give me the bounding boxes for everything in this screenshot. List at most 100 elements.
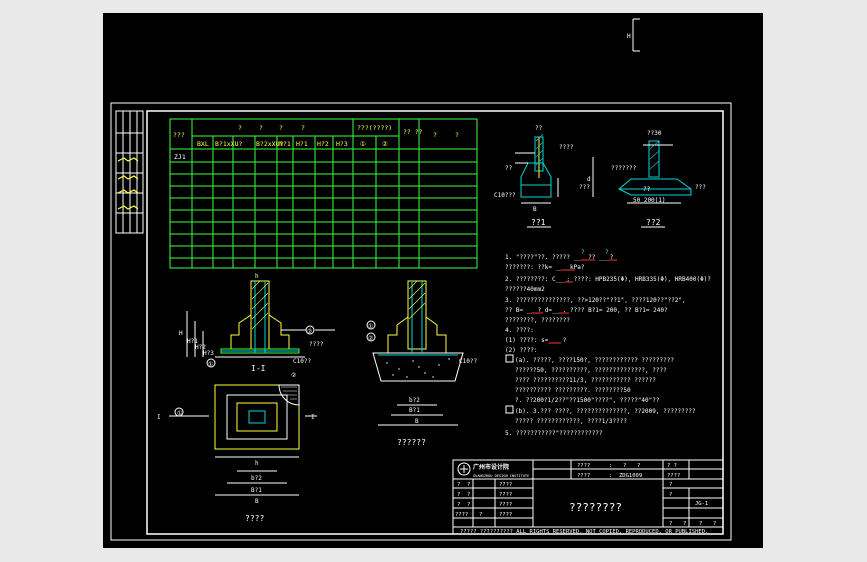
copyright-notice: ????? ?????????? ALL RIGHTS RESERVED. NO…	[460, 529, 708, 535]
section-label: H	[179, 330, 183, 337]
title-cell: ????	[577, 473, 590, 479]
detail-label: ??	[535, 125, 543, 132]
detail-label: ??	[505, 165, 513, 172]
table-header-cell: ?? ??	[403, 128, 423, 136]
table-header-cell: B?1xXU?	[215, 140, 242, 148]
title-cell: ?	[467, 492, 470, 498]
cad-drawing-viewport[interactable]: H ??? ? ? ? ? ???(????) ?? ?? ? ? BXL B?…	[103, 13, 763, 548]
table-header-cell: ???(????)	[357, 124, 392, 132]
table-header-cell: ?	[301, 124, 305, 132]
detail-1-caption: ??1	[531, 218, 546, 227]
detail-2-caption: ??2	[646, 218, 661, 227]
plan-label: B	[255, 498, 259, 505]
title-cell: ?	[669, 492, 672, 498]
title-cell: ?	[669, 482, 672, 488]
title-cell: JG-1	[695, 501, 708, 507]
title-cell: :	[609, 473, 612, 479]
section-label: b?2	[409, 397, 420, 404]
detail-label: ??	[643, 186, 651, 193]
institute-name-en: GUANGZHOU DESIGN INSTITUTE	[473, 474, 529, 478]
section-label: ②	[307, 328, 312, 335]
table-header-cell: H?1	[296, 140, 308, 148]
title-cell: ????	[455, 512, 468, 518]
section-2-labels: ① ② C10?? b?2 B?1 B	[368, 323, 477, 425]
note-line: ????????, ????????	[505, 317, 570, 324]
detail-label: ????	[559, 144, 574, 151]
note-line: ???? ??????????11/3, ??????????? ??????	[515, 377, 656, 384]
title-cell: ????	[499, 502, 512, 508]
title-cell: ?	[669, 521, 672, 527]
title-cell: ?	[683, 521, 686, 527]
section-label: ②	[368, 335, 373, 342]
plan-label: h	[255, 460, 259, 467]
table-header-cell: h?1	[279, 140, 291, 148]
section-1-caption: I-I	[251, 364, 266, 373]
svg-text:?: ?	[605, 249, 609, 256]
scale-mark	[632, 18, 640, 52]
note-line: ??????50, ??????????, ??????????????, ??…	[515, 367, 667, 374]
plan-label: I	[157, 414, 161, 421]
title-cell: ?	[713, 521, 716, 527]
title-cell: ????	[577, 463, 590, 469]
note-line: 4. ????:	[505, 327, 534, 334]
scale-mark-label: H	[627, 33, 631, 40]
section-label: B	[415, 418, 419, 425]
detail-1-drawing[interactable]	[515, 136, 594, 204]
section-label: ????	[309, 341, 324, 348]
detail-label: d	[587, 176, 591, 183]
note-checkboxes[interactable]	[505, 354, 514, 414]
title-cell: ????	[499, 512, 512, 518]
title-block-cells: ???? : ? ? ? ? ???? : ZDG1009 ???? ? ? ?…	[455, 463, 716, 527]
section-2-hatch	[408, 280, 426, 320]
table-header-cell: ?	[279, 124, 283, 132]
notes-block: 1. "????"??. ????? ____?? ___? ???????: …	[505, 254, 711, 437]
section-label: B?1	[409, 407, 420, 414]
note-line: ?????????? ?????????. ????????50	[515, 387, 631, 394]
title-cell: ZDG1009	[619, 473, 642, 479]
detail-label: ??30	[647, 130, 662, 137]
section-label: C10??	[459, 358, 477, 365]
note-line: (2) ????:	[505, 347, 538, 354]
institute-logo	[457, 462, 471, 476]
title-cell: ????	[499, 492, 512, 498]
section-label: C10??	[293, 358, 311, 365]
title-cell: ?	[479, 512, 482, 518]
detail-label: B	[533, 206, 537, 213]
table-header-cell: BXL	[197, 140, 209, 148]
title-cell: ?	[457, 502, 460, 508]
section-label: H?3	[203, 350, 214, 357]
table-header-cell: ②	[382, 140, 388, 148]
drawing-title: ????????	[569, 501, 622, 514]
detail-label: 50 200(1)	[633, 197, 666, 204]
title-cell: ?	[467, 502, 470, 508]
table-row-label: ZJ1	[174, 153, 186, 161]
detail-label: ???	[579, 184, 590, 191]
detail-label: C10???	[494, 192, 516, 199]
detail-2-drawing[interactable]	[618, 140, 692, 204]
drawing-canvas[interactable]: H ??? ? ? ? ? ???(????) ?? ?? ? ? BXL B?…	[103, 13, 763, 548]
note-line: ?. ??200?1/2??"??1500"????", ?????"40"??	[515, 397, 660, 404]
table-header-cell: ①	[360, 140, 366, 148]
title-cell: ????	[499, 482, 512, 488]
table-header-cell: H?3	[336, 140, 348, 148]
note-line: 3. ???????????????, ??>120??"??1", ????1…	[505, 297, 686, 304]
title-cell: ?	[457, 492, 460, 498]
section-2-dots	[386, 358, 450, 378]
table-header-cell: ?	[259, 124, 263, 132]
plan-label: I	[311, 414, 315, 421]
plan-view-drawing[interactable]	[169, 384, 317, 496]
note-line: ????? ????????????, ????1/3????	[515, 418, 627, 425]
detail-label: ???	[695, 184, 706, 191]
svg-text:?: ?	[581, 249, 585, 256]
left-legend-strip	[115, 110, 144, 234]
section-label: h	[255, 273, 259, 280]
title-cell: ?	[457, 482, 460, 488]
plan-label: B?1	[251, 487, 262, 494]
table-header-cell: ?	[433, 131, 437, 139]
table-header-cell: ?	[455, 131, 459, 139]
section-label: ①	[368, 323, 373, 330]
note-line: ??????40mm2	[505, 286, 545, 293]
note-line: 2. ????????: C___; ????: HPB235(Φ), HRB3…	[505, 276, 711, 283]
title-cell: ?	[467, 482, 470, 488]
institute-name-cn: 广州市设计院	[473, 463, 509, 471]
